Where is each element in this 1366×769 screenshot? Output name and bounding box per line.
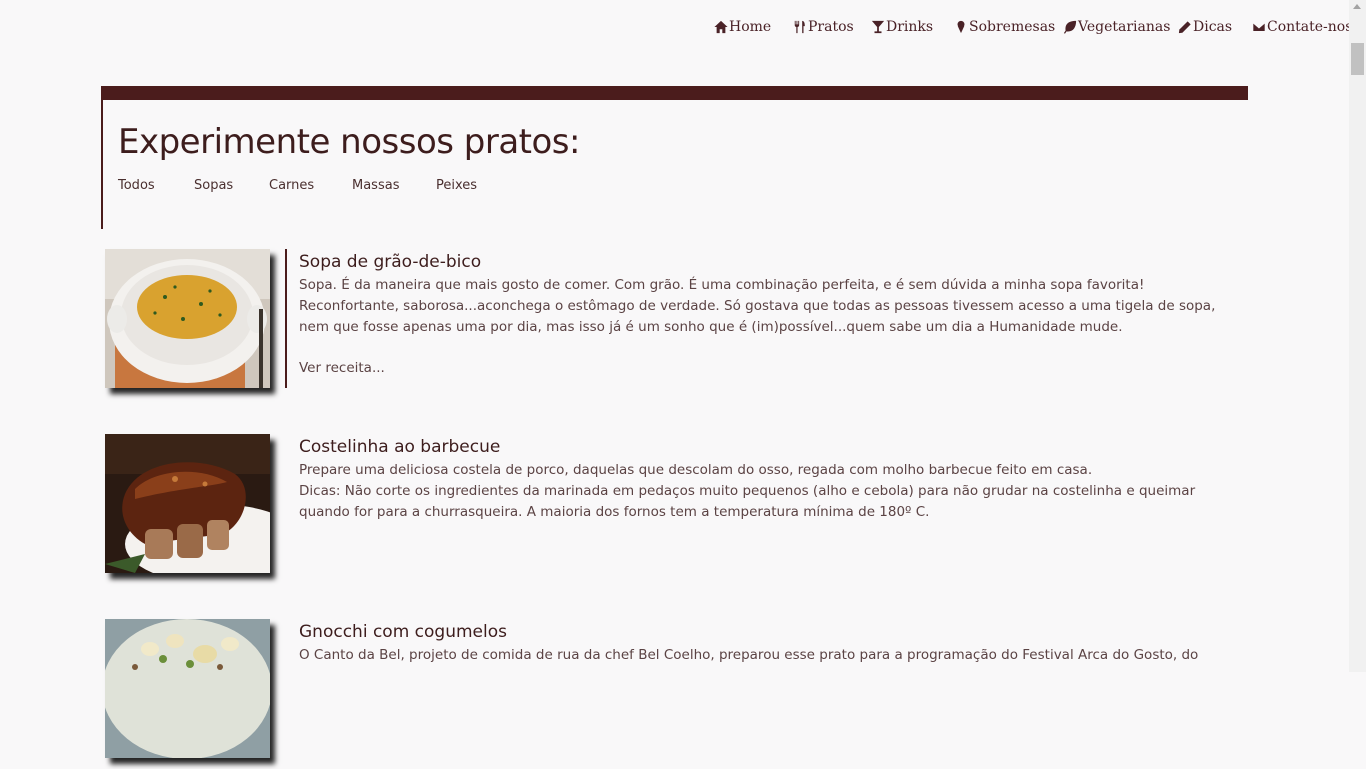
dish-card: Gnocchi com cogumelos O Canto da Bel, pr… [105, 619, 1245, 769]
vertical-scrollbar[interactable] [1349, 0, 1366, 672]
nav-contate-nos-link[interactable]: Contate-nos [1252, 17, 1352, 37]
dish-tips-text: Dicas: Não corte os ingredientes da mari… [299, 483, 1196, 520]
nav-sobremesas-link[interactable]: Sobremesas [954, 17, 1055, 37]
filter-tab-massas[interactable]: Massas [352, 178, 399, 193]
top-navigation: Home Pratos Drinks Sobremesas Vegetarian… [0, 17, 1352, 39]
dish-description-text: O Canto da Bel, projeto de comida de rua… [299, 647, 1199, 663]
dish-photo-gnocchi [105, 619, 270, 758]
envelope-icon [1252, 20, 1266, 34]
dish-card: Costelinha ao barbecue Prepare uma delic… [105, 434, 1245, 584]
header-accent-bar [101, 86, 1248, 100]
nav-vegetarianas-label: Vegetarianas [1078, 19, 1171, 35]
dish-description: Prepare uma deliciosa costela de porco, … [299, 460, 1234, 523]
nav-home-link[interactable]: Home [714, 17, 771, 37]
dish-description-text: Sopa. É da maneira que mais gosto de com… [299, 277, 1216, 335]
nav-drinks-link[interactable]: Drinks [871, 17, 933, 37]
filter-tab-todos[interactable]: Todos [118, 178, 155, 193]
home-icon [714, 20, 728, 34]
cocktail-glass-icon [871, 20, 885, 34]
dish-title: Gnocchi com cogumelos [299, 622, 507, 642]
dish-description: O Canto da Bel, projeto de comida de rua… [299, 645, 1234, 666]
nav-home-label: Home [729, 19, 772, 35]
scrollbar-thumb[interactable] [1351, 43, 1364, 75]
dish-photo-ribs [105, 434, 270, 573]
nav-pratos-link[interactable]: Pratos [793, 17, 854, 37]
leaf-icon [1063, 20, 1077, 34]
pencil-icon [1178, 20, 1192, 34]
page-title: Experimente nossos pratos: [118, 122, 580, 162]
filter-tab-carnes[interactable]: Carnes [269, 178, 314, 193]
dish-photo-soup [105, 249, 270, 388]
nav-pratos-label: Pratos [808, 19, 854, 35]
dishes-header: Experimente nossos pratos: Todos Sopas C… [101, 86, 1248, 229]
filter-tab-sopas[interactable]: Sopas [194, 178, 233, 193]
nav-dicas-link[interactable]: Dicas [1178, 17, 1232, 37]
scroll-up-arrow-icon[interactable] [1353, 4, 1361, 9]
dish-title: Sopa de grão-de-bico [299, 252, 482, 272]
nav-dicas-label: Dicas [1193, 19, 1233, 35]
dish-divider [285, 249, 287, 388]
dish-description: Sopa. É da maneira que mais gosto de com… [299, 275, 1234, 338]
filter-tab-peixes[interactable]: Peixes [436, 178, 477, 193]
nav-vegetarianas-link[interactable]: Vegetarianas [1063, 17, 1170, 37]
dish-description-text: Prepare uma deliciosa costela de porco, … [299, 462, 1093, 478]
view-recipe-link[interactable]: Ver receita... [299, 358, 385, 379]
header-left-border [101, 86, 103, 229]
dish-card: Sopa de grão-de-bico Sopa. É da maneira … [105, 249, 1245, 399]
utensils-icon [793, 20, 807, 34]
ice-cream-icon [954, 20, 968, 34]
nav-sobremesas-label: Sobremesas [969, 19, 1056, 35]
dish-title: Costelinha ao barbecue [299, 437, 501, 457]
nav-drinks-label: Drinks [886, 19, 934, 35]
nav-contate-nos-label: Contate-nos [1267, 19, 1353, 35]
